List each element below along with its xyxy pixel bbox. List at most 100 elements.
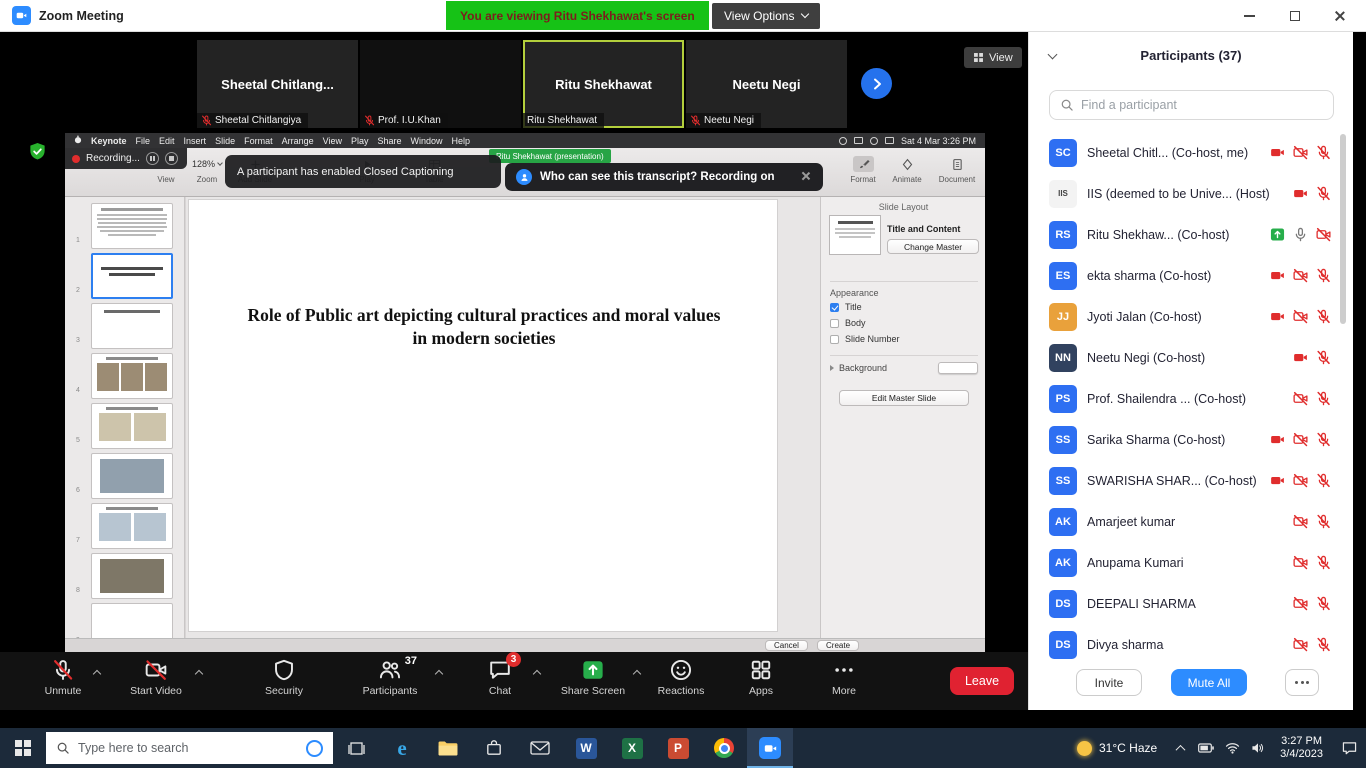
mac-menu-keynote[interactable]: Keynote <box>91 136 127 146</box>
mac-menu-window[interactable]: Window <box>411 136 443 146</box>
battery-icon[interactable] <box>1193 728 1219 768</box>
participant-row[interactable]: DS DEEPALI SHARMA <box>1029 583 1347 624</box>
cancel-button[interactable]: Cancel <box>765 640 808 651</box>
taskbar-chrome-icon[interactable] <box>701 728 747 768</box>
checkbox-icon[interactable] <box>830 335 839 344</box>
toolbar-reactions-button[interactable]: Reactions <box>643 658 719 697</box>
wifi-icon[interactable] <box>870 137 878 145</box>
moon-icon[interactable] <box>839 137 847 145</box>
participant-row[interactable]: JJ Jyoti Jalan (Co-host) <box>1029 296 1347 337</box>
slide-thumbnail[interactable] <box>91 253 173 299</box>
mac-clock[interactable]: Sat 4 Mar 3:26 PM <box>901 136 976 146</box>
taskbar-file-explorer-icon[interactable] <box>425 728 471 768</box>
video-tile[interactable]: Ritu Shekhawat Ritu Shekhawat <box>523 40 684 128</box>
chevron-up-icon[interactable] <box>195 670 203 678</box>
slide-thumbnail[interactable] <box>91 303 173 349</box>
participant-row[interactable]: AK Anupama Kumari <box>1029 542 1347 583</box>
mac-menu-format[interactable]: Format <box>244 136 273 146</box>
participant-row[interactable]: IIS IIS (deemed to be Unive... (Host) <box>1029 173 1347 214</box>
toolbar-start-video-button[interactable]: Start Video <box>112 658 200 697</box>
invite-button[interactable]: Invite <box>1076 669 1142 696</box>
slide-thumbnail[interactable] <box>91 503 173 549</box>
slide-thumbnail[interactable] <box>91 453 173 499</box>
taskbar-word-icon[interactable]: W <box>563 728 609 768</box>
close-button[interactable] <box>1317 0 1362 32</box>
show-hidden-icons-button[interactable] <box>1167 728 1193 768</box>
toolbar-chat-button[interactable]: 3 Chat <box>462 658 538 697</box>
appearance-option-body[interactable]: Body <box>830 315 900 331</box>
participant-search-box[interactable] <box>1049 90 1334 120</box>
apple-menu-icon[interactable] <box>74 135 82 146</box>
chevron-up-icon[interactable] <box>533 670 541 678</box>
change-master-button[interactable]: Change Master <box>887 239 979 254</box>
mac-menu-play[interactable]: Play <box>351 136 369 146</box>
mac-menu-arrange[interactable]: Arrange <box>282 136 314 146</box>
video-tile[interactable]: Prof. I.U.Khan <box>360 40 521 128</box>
slide-thumbnail[interactable] <box>91 553 173 599</box>
maximize-button[interactable] <box>1272 0 1317 32</box>
keynote-animate-button[interactable]: Animate <box>885 156 929 184</box>
cortana-icon[interactable] <box>306 740 323 757</box>
taskbar-search-box[interactable] <box>46 732 333 764</box>
participant-row[interactable]: PS Prof. Shailendra ... (Co-host) <box>1029 378 1347 419</box>
background-color-well[interactable] <box>938 362 978 374</box>
action-center-button[interactable] <box>1332 728 1366 768</box>
appearance-option-slide-number[interactable]: Slide Number <box>830 331 900 347</box>
slide-thumbnail[interactable] <box>91 603 173 638</box>
mac-menu-slide[interactable]: Slide <box>215 136 235 146</box>
keynote-zoom-button[interactable]: 128%Zoom <box>185 156 229 184</box>
video-tile[interactable]: Neetu Negi Neetu Negi <box>686 40 847 128</box>
taskbar-excel-icon[interactable]: X <box>609 728 655 768</box>
video-tile[interactable]: Sheetal Chitlang... Sheetal Chitlangiya <box>197 40 358 128</box>
toolbar-more-button[interactable]: More <box>810 658 878 697</box>
participant-row[interactable]: SS Sarika Sharma (Co-host) <box>1029 419 1347 460</box>
mac-menu-share[interactable]: Share <box>378 136 402 146</box>
search-input[interactable] <box>1081 98 1323 112</box>
slide-layout-preview[interactable] <box>829 215 881 255</box>
taskbar-edge-icon[interactable]: e <box>379 728 425 768</box>
view-layout-button[interactable]: View <box>964 47 1022 68</box>
more-options-button[interactable] <box>1285 669 1319 696</box>
toolbar-apps-button[interactable]: Apps <box>726 658 796 697</box>
taskbar-zoom-icon[interactable] <box>747 728 793 768</box>
pause-recording-button[interactable] <box>146 152 159 165</box>
participant-row[interactable]: ES ekta sharma (Co-host) <box>1029 255 1347 296</box>
slide-thumbnail[interactable] <box>91 403 173 449</box>
toolbar-share-screen-button[interactable]: Share Screen <box>548 658 638 697</box>
control-center-icon[interactable] <box>885 137 894 144</box>
dismiss-notification-button[interactable] <box>800 171 812 183</box>
battery-icon[interactable] <box>854 137 863 144</box>
chevron-up-icon[interactable] <box>435 670 443 678</box>
chevron-up-icon[interactable] <box>93 670 101 678</box>
participant-row[interactable]: DS Divya sharma <box>1029 624 1347 665</box>
mute-all-button[interactable]: Mute All <box>1171 669 1247 696</box>
collapse-panel-chevron-icon[interactable] <box>1048 50 1058 60</box>
minimize-button[interactable] <box>1227 0 1272 32</box>
leave-button[interactable]: Leave <box>950 667 1014 695</box>
slide-thumbnail[interactable] <box>91 353 173 399</box>
speaker-icon[interactable] <box>1245 728 1271 768</box>
keynote-format-button[interactable]: Format <box>843 156 883 184</box>
participant-row[interactable]: NN Neetu Negi (Co-host) <box>1029 337 1347 378</box>
taskbar-store-icon[interactable] <box>471 728 517 768</box>
taskbar-search-input[interactable] <box>78 741 298 755</box>
taskbar-powerpoint-icon[interactable]: P <box>655 728 701 768</box>
create-button[interactable]: Create <box>817 640 859 651</box>
scrollbar[interactable] <box>1340 134 1346 324</box>
participant-row[interactable]: SS SWARISHA SHAR... (Co-host) <box>1029 460 1347 501</box>
edit-master-slide-button[interactable]: Edit Master Slide <box>839 390 969 406</box>
start-button[interactable] <box>0 728 46 768</box>
mac-menu-view[interactable]: View <box>323 136 342 146</box>
chevron-up-icon[interactable] <box>633 670 641 678</box>
toolbar-unmute-button[interactable]: Unmute <box>28 658 98 697</box>
appearance-option-title[interactable]: Title <box>830 299 900 315</box>
participant-row[interactable]: AK Amarjeet kumar <box>1029 501 1347 542</box>
next-participants-button[interactable] <box>861 68 892 99</box>
task-view-button[interactable] <box>333 728 379 768</box>
mac-menu-help[interactable]: Help <box>452 136 471 146</box>
participant-row[interactable]: SC Sheetal Chitl... (Co-host, me) <box>1029 132 1347 173</box>
toolbar-security-button[interactable]: Security <box>246 658 322 697</box>
weather-widget[interactable]: 31°C Haze <box>1067 741 1167 756</box>
background-row[interactable]: Background <box>830 355 978 374</box>
checkbox-icon[interactable] <box>830 303 839 312</box>
